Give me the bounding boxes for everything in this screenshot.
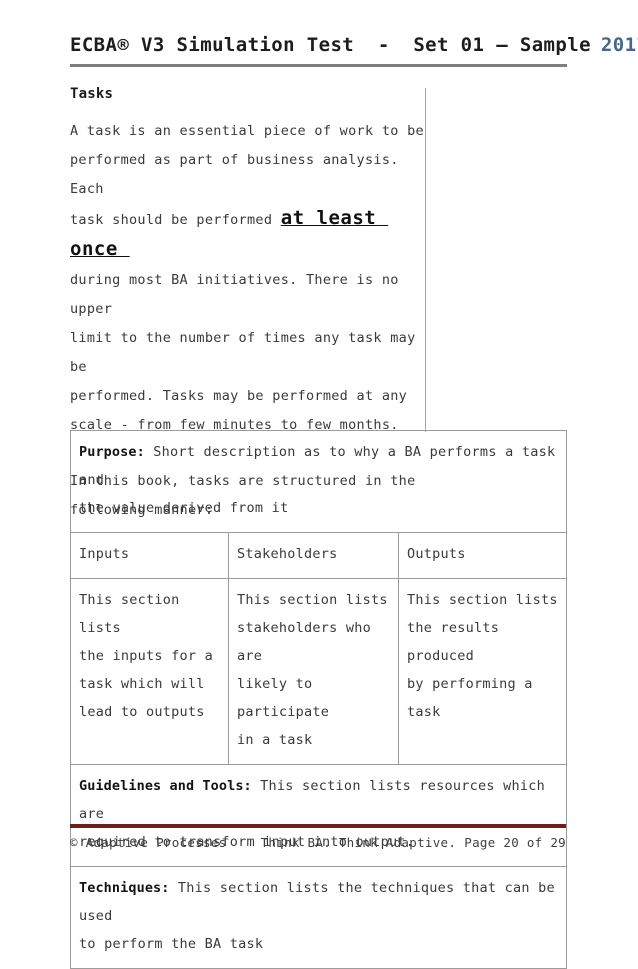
table-row-guidelines: Guidelines and Tools: This section lists… <box>69 764 568 867</box>
document-page: ECBA® V3 Simulation Test - Set 01 – Samp… <box>0 0 638 969</box>
column-header-outputs: Outputs <box>397 532 568 579</box>
table-row-techniques: Techniques: This section lists the techn… <box>69 866 568 969</box>
table-header-row: Inputs Stakeholders Outputs <box>70 532 568 579</box>
page-footer: © Adaptive Processes Think BA. Think Ada… <box>70 824 566 850</box>
page-header: ECBA® V3 Simulation Test - Set 01 – Samp… <box>70 34 638 67</box>
table-row-purpose: Purpose: Short description as to why a B… <box>69 430 568 533</box>
footer-row: © Adaptive Processes Think BA. Think Ada… <box>70 835 566 850</box>
purpose-cell: Purpose: Short description as to why a B… <box>69 430 568 533</box>
techniques-cell: Techniques: This section lists the techn… <box>69 866 568 969</box>
purpose-text: Short description as to why a BA perform… <box>79 444 556 516</box>
section-heading-tasks: Tasks <box>70 86 114 102</box>
footer-rule <box>70 824 566 828</box>
footer-page-number: Page 20 of 29 <box>464 835 566 850</box>
tasks-paragraph-1: A task is an essential piece of work to … <box>70 117 426 440</box>
footer-copyright: © Adaptive Processes <box>70 835 227 850</box>
header-year: 2017 <box>600 34 638 56</box>
header-title-row: ECBA® V3 Simulation Test - Set 01 – Samp… <box>70 34 638 58</box>
cell-stakeholders-description: This section lists stakeholders who are … <box>228 578 399 765</box>
guidelines-cell: Guidelines and Tools: This section lists… <box>69 764 568 867</box>
cell-inputs-description: This section lists the inputs for a task… <box>70 578 229 765</box>
purpose-label: Purpose: <box>79 444 145 460</box>
techniques-label: Techniques: <box>79 880 170 896</box>
task-structure-table: Purpose: Short description as to why a B… <box>69 430 568 969</box>
cell-outputs-description: This section lists the results produced … <box>397 578 568 765</box>
table-row-columns-body: This section lists the inputs for a task… <box>70 578 568 765</box>
column-header-stakeholders: Stakeholders <box>228 532 399 579</box>
page-title: ECBA® V3 Simulation Test - Set 01 – Samp… <box>70 34 591 56</box>
footer-tagline: Think BA. Think Adaptive. <box>260 835 457 850</box>
task-structure-table-wrap: Purpose: Short description as to why a B… <box>69 430 568 969</box>
column-header-inputs: Inputs <box>70 532 229 579</box>
tasks-paragraph-1-part-2: during most BA initiatives. There is no … <box>70 271 416 433</box>
guidelines-label: Guidelines and Tools: <box>79 778 252 794</box>
header-rule <box>70 63 567 67</box>
